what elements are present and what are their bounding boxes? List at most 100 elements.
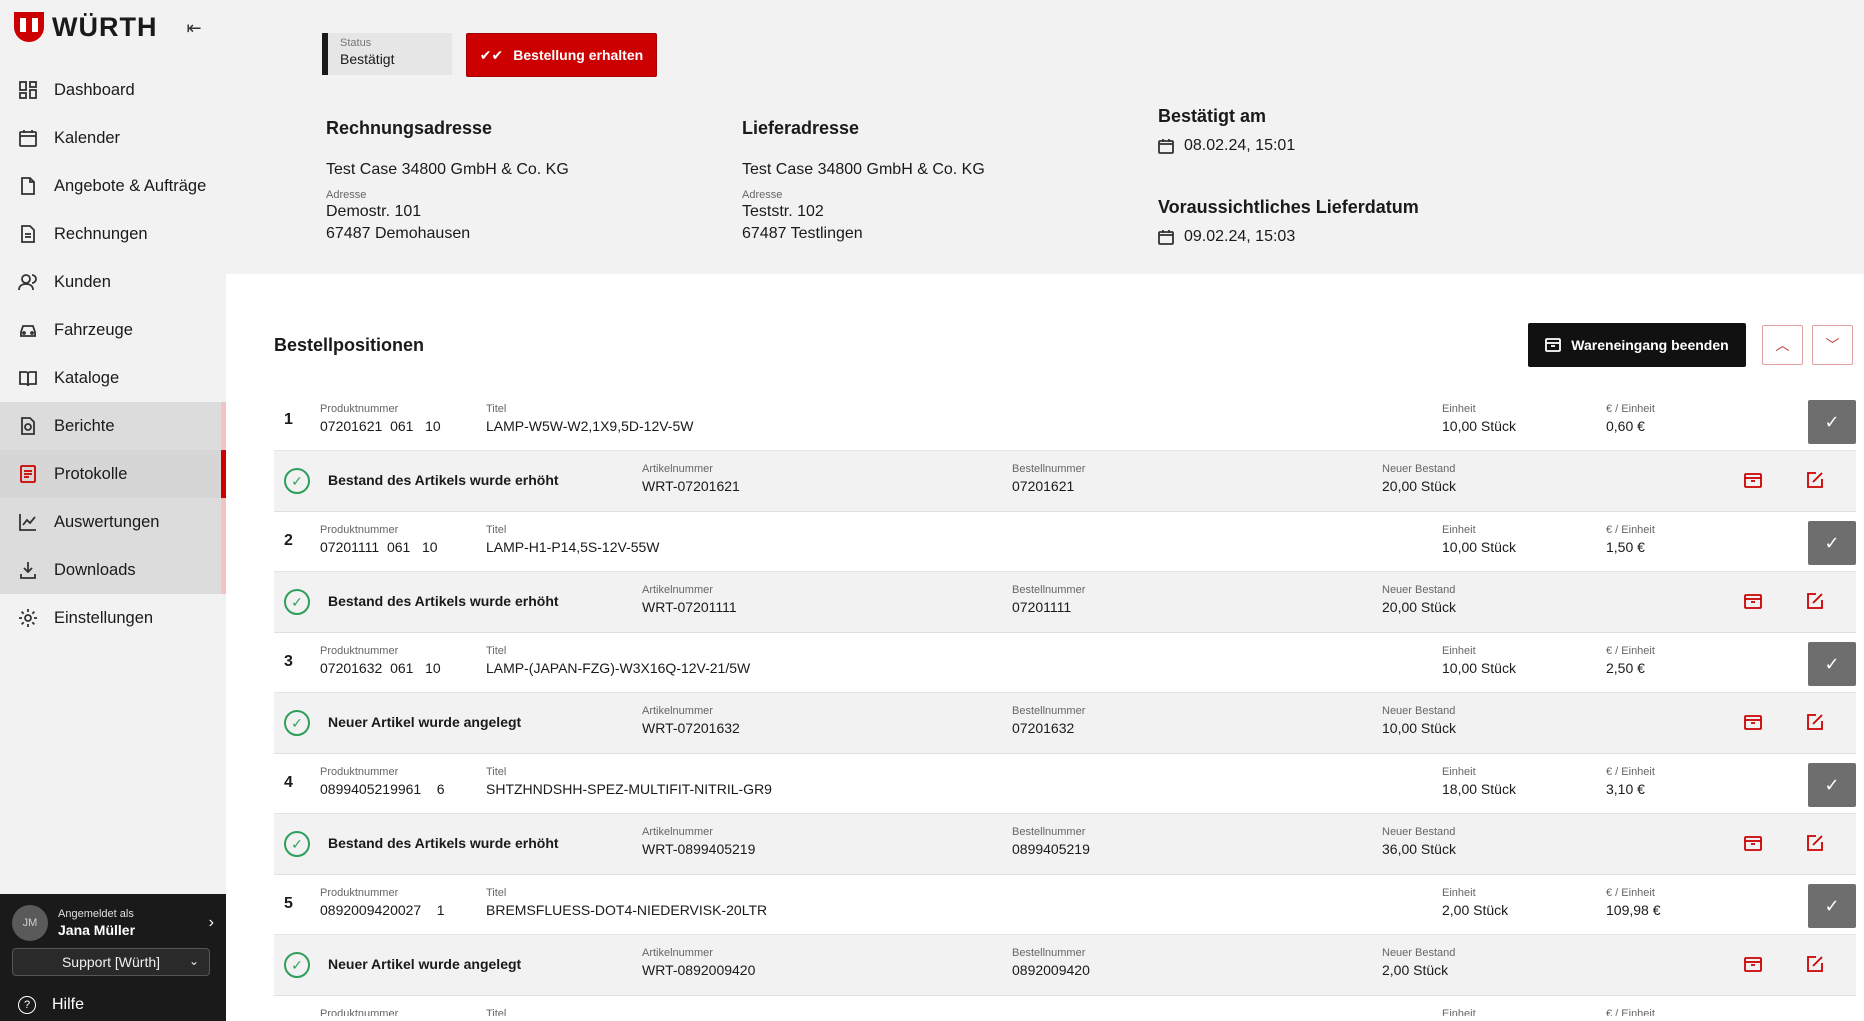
price-value: 3,10 € bbox=[1606, 781, 1645, 797]
edit-icon[interactable] bbox=[1806, 471, 1826, 491]
gear-icon bbox=[18, 608, 38, 628]
product-title: BREMSFLUESS-DOT4-NIEDERVISK-20LTR bbox=[486, 902, 768, 918]
chevron-down-icon: ⌄ bbox=[188, 954, 199, 968]
chart-icon bbox=[18, 512, 38, 532]
edit-icon[interactable] bbox=[1806, 713, 1826, 733]
position-number: 1 bbox=[284, 411, 293, 428]
sidebar-nav: Dashboard Kalender Angebote & Aufträge R… bbox=[0, 66, 226, 642]
order-caption: Bestellnummer bbox=[1012, 947, 1086, 959]
car-icon bbox=[18, 320, 38, 340]
position-number: 3 bbox=[284, 653, 293, 670]
position-number: 2 bbox=[284, 532, 293, 549]
sidebar-item-auswertungen[interactable]: Auswertungen bbox=[0, 498, 226, 546]
article-caption: Artikelnummer bbox=[642, 584, 713, 596]
edit-icon[interactable] bbox=[1806, 834, 1826, 854]
order-received-label: Bestellung erhalten bbox=[513, 47, 644, 63]
archive-icon[interactable] bbox=[1744, 713, 1764, 733]
sidebar-item-fahrzeuge[interactable]: Fahrzeuge bbox=[0, 306, 226, 354]
help-link[interactable]: ? Hilfe bbox=[18, 994, 84, 1016]
status-message: Bestand des Artikels wurde erhöht bbox=[328, 472, 559, 488]
article-caption: Artikelnummer bbox=[642, 826, 713, 838]
confirmed-value: 08.02.24, 15:01 bbox=[1184, 137, 1296, 154]
title-caption: Titel bbox=[486, 524, 507, 536]
order-number: 0892009420 bbox=[1012, 962, 1090, 978]
position-row: 1 Produktnummer 07201621 061 10 Titel LAMP… bbox=[274, 391, 1856, 451]
check-circle-icon: ✓ bbox=[284, 952, 310, 978]
confirm-position-button[interactable]: ✓ bbox=[1808, 521, 1856, 565]
unit-value: 2,00 Stück bbox=[1442, 902, 1509, 918]
check-icon: ✓ bbox=[1824, 411, 1840, 432]
users-icon bbox=[18, 272, 38, 292]
sidebar-item-downloads[interactable]: Downloads bbox=[0, 546, 226, 594]
price-value: 0,60 € bbox=[1606, 418, 1645, 434]
sidebar-item-kunden[interactable]: Kunden bbox=[0, 258, 226, 306]
user-caption: Angemeldet als bbox=[58, 908, 134, 920]
position-status-row: ✓ Neuer Artikel wurde angelegt Artikelnu… bbox=[274, 693, 1856, 754]
help-label: Hilfe bbox=[52, 996, 85, 1013]
finish-goods-receipt-label: Wareneingang beenden bbox=[1571, 337, 1729, 353]
product-caption: Produktnummer bbox=[320, 766, 399, 778]
check-circle-icon: ✓ bbox=[284, 468, 310, 494]
sidebar-item-label: Kalender bbox=[54, 128, 121, 147]
confirm-position-button[interactable]: ✓ bbox=[1808, 400, 1856, 444]
wurth-logo[interactable]: WÜRTH bbox=[14, 12, 157, 42]
check-icon: ✓ bbox=[1824, 774, 1840, 795]
product-caption: Produktnummer bbox=[320, 887, 399, 899]
unit-caption: Einheit bbox=[1442, 403, 1476, 415]
confirmed-title: Bestätigt am bbox=[1158, 106, 1267, 126]
user-profile-link[interactable]: JM Angemeldet als Jana Müller › bbox=[12, 904, 214, 942]
sidebar-item-rechnungen[interactable]: Rechnungen bbox=[0, 210, 226, 258]
sidebar-item-einstellungen[interactable]: Einstellungen bbox=[0, 594, 226, 642]
order-received-button[interactable]: ✔✔ Bestellung erhalten bbox=[466, 33, 657, 77]
price-value: 2,50 € bbox=[1606, 660, 1645, 676]
archive-icon[interactable] bbox=[1744, 471, 1764, 491]
unit-value: 18,00 Stück bbox=[1442, 781, 1516, 797]
article-number: WRT-0892009420 bbox=[642, 962, 756, 978]
unit-value: 10,00 Stück bbox=[1442, 418, 1516, 434]
shipping-street: Teststr. 102 bbox=[742, 203, 824, 220]
sidebar-item-label: Downloads bbox=[54, 560, 136, 579]
title-caption: Titel bbox=[486, 403, 507, 415]
billing-city: 67487 Demohausen bbox=[326, 225, 471, 242]
order-header: Status Bestätigt ✔✔ Bestellung erhalten … bbox=[226, 0, 1864, 274]
sidebar-item-protokolle[interactable]: Protokolle bbox=[0, 450, 226, 498]
stock-caption: Neuer Bestand bbox=[1382, 705, 1456, 717]
role-select[interactable]: Support [Würth] ⌄ bbox=[12, 948, 210, 976]
sidebar-item-kataloge[interactable]: Kataloge bbox=[0, 354, 226, 402]
status-message: Neuer Artikel wurde angelegt bbox=[328, 714, 522, 730]
unit-caption: Einheit bbox=[1442, 887, 1476, 899]
edit-icon[interactable] bbox=[1806, 592, 1826, 612]
sidebar-item-angebote[interactable]: Angebote & Aufträge bbox=[0, 162, 226, 210]
sidebar-item-kalender[interactable]: Kalender bbox=[0, 114, 226, 162]
finish-goods-receipt-button[interactable]: Wareneingang beenden bbox=[1528, 323, 1746, 367]
shipping-city: 67487 Testlingen bbox=[742, 225, 863, 242]
archive-icon[interactable] bbox=[1744, 834, 1764, 854]
sidebar-item-dashboard[interactable]: Dashboard bbox=[0, 66, 226, 114]
confirm-position-button[interactable]: ✓ bbox=[1808, 763, 1856, 807]
edit-icon[interactable] bbox=[1806, 955, 1826, 975]
position-status-row: ✓ Bestand des Artikels wurde erhöht Arti… bbox=[274, 814, 1856, 875]
price-value: 109,98 € bbox=[1606, 902, 1661, 918]
confirm-position-button[interactable]: ✓ bbox=[1808, 884, 1856, 928]
order-caption: Bestellnummer bbox=[1012, 826, 1086, 838]
product-title: LAMP-(JAPAN-FZG)-W3X16Q-12V-21/5W bbox=[486, 660, 751, 676]
chevron-down-button[interactable]: ﹀ bbox=[1812, 325, 1853, 365]
position-row: 3 Produktnummer 07201632 061 10 Titel LAMP… bbox=[274, 633, 1856, 693]
collapse-sidebar-icon[interactable]: ⇤ bbox=[182, 16, 206, 40]
new-stock: 10,00 Stück bbox=[1382, 720, 1456, 736]
product-title: LAMP-W5W-W2,1X9,5D-12V-5W bbox=[486, 418, 694, 434]
sidebar-item-berichte[interactable]: Berichte bbox=[0, 402, 226, 450]
double-check-icon: ✔✔ bbox=[479, 46, 504, 63]
archive-icon[interactable] bbox=[1744, 955, 1764, 975]
position-number: 5 bbox=[284, 895, 293, 912]
check-icon: ✓ bbox=[1824, 895, 1840, 916]
sidebar-item-label: Fahrzeuge bbox=[54, 320, 133, 339]
stock-caption: Neuer Bestand bbox=[1382, 463, 1456, 475]
price-caption: € / Einheit bbox=[1606, 1008, 1655, 1016]
chevron-up-button[interactable]: ︿ bbox=[1762, 325, 1803, 365]
archive-icon[interactable] bbox=[1744, 592, 1764, 612]
role-select-value: Support [Würth] bbox=[61, 954, 161, 970]
sidebar-item-label: Rechnungen bbox=[54, 224, 148, 243]
confirm-position-button[interactable]: ✓ bbox=[1808, 642, 1856, 686]
delivery-date: Voraussichtliches Lieferdatum 09.02.24, … bbox=[1158, 197, 1419, 246]
